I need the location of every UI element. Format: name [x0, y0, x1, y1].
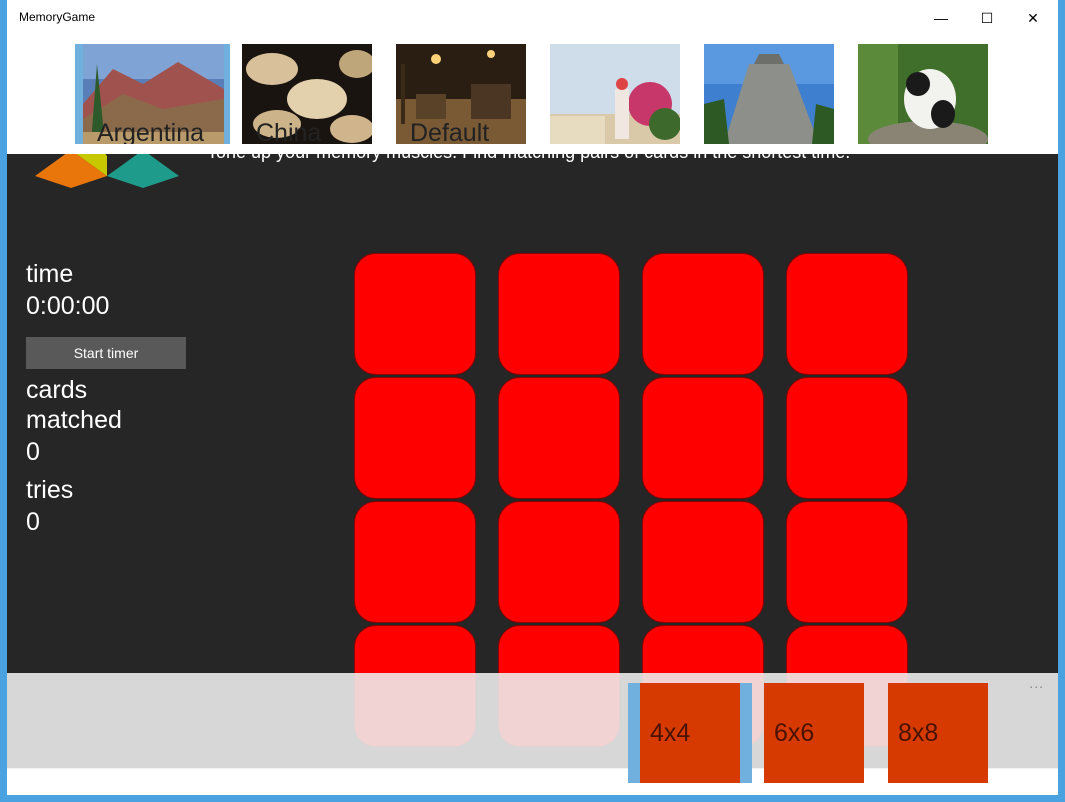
- theme-default[interactable]: Default: [396, 44, 526, 144]
- mexico-photo: [704, 44, 834, 144]
- theme-label: Default: [410, 119, 490, 144]
- time-value: 0:00:00: [26, 292, 110, 320]
- memory-card[interactable]: [354, 253, 476, 375]
- matched-label: matched: [26, 406, 122, 434]
- memory-card[interactable]: [786, 377, 908, 499]
- theme-argentina[interactable]: Argentina: [83, 44, 224, 144]
- start-timer-button[interactable]: Start timer: [26, 337, 186, 369]
- theme-china[interactable]: China: [242, 44, 372, 144]
- memory-card[interactable]: [642, 501, 764, 623]
- memory-card[interactable]: [642, 253, 764, 375]
- maximize-button[interactable]: ☐: [964, 0, 1010, 36]
- size-8x8-button[interactable]: 8x8: [888, 683, 988, 783]
- close-button[interactable]: ✕: [1010, 0, 1056, 36]
- theme-mexico[interactable]: [704, 44, 834, 144]
- india-photo: [550, 44, 680, 144]
- memory-card[interactable]: [498, 253, 620, 375]
- memory-card[interactable]: [786, 253, 908, 375]
- theme-label: China: [256, 119, 322, 144]
- more-options-button[interactable]: ...: [1029, 675, 1044, 691]
- memory-card[interactable]: [642, 377, 764, 499]
- panda-photo: [858, 44, 988, 144]
- time-label: time: [26, 260, 74, 288]
- app-window: MemoryGame — ☐ ✕ Tone up your memory mus…: [7, 0, 1058, 795]
- cards-label: cards: [26, 376, 88, 404]
- memory-card[interactable]: [354, 501, 476, 623]
- title-bar: MemoryGame — ☐ ✕: [7, 0, 1058, 36]
- size-6x6-button[interactable]: 6x6: [764, 683, 864, 783]
- tries-value: 0: [26, 508, 40, 536]
- memory-card[interactable]: [498, 377, 620, 499]
- size-4x4-button[interactable]: 4x4: [640, 683, 740, 783]
- memory-card[interactable]: [354, 377, 476, 499]
- memory-card[interactable]: [498, 501, 620, 623]
- theme-india[interactable]: [550, 44, 680, 144]
- cards-matched-value: 0: [26, 438, 40, 466]
- tries-label: tries: [26, 476, 74, 504]
- memory-card[interactable]: [786, 501, 908, 623]
- theme-label: Argentina: [97, 119, 205, 144]
- theme-panda[interactable]: [858, 44, 988, 144]
- minimize-button[interactable]: —: [918, 0, 964, 36]
- app-title: MemoryGame: [19, 10, 96, 24]
